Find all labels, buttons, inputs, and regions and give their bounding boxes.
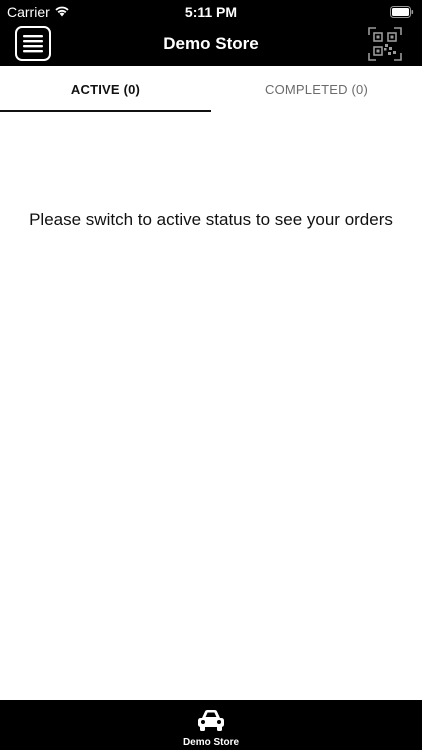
- tab-active[interactable]: ACTIVE (0): [0, 66, 211, 112]
- app-root: Carrier 5:11 PM Demo Store ACTIVE (0) CO…: [0, 0, 422, 750]
- qr-code-icon: [368, 27, 402, 61]
- status-time: 5:11 PM: [184, 4, 238, 20]
- bottom-tab-label: Demo Store: [182, 737, 240, 748]
- qr-scan-button[interactable]: [368, 27, 402, 61]
- battery-icon: [390, 5, 414, 18]
- bottom-tab-demo-store[interactable]: Demo Store: [161, 700, 261, 750]
- page-title: Demo Store: [163, 34, 259, 53]
- empty-state-message: Please switch to active status to see yo…: [29, 210, 393, 229]
- navigation-bar: Demo Store: [0, 22, 422, 66]
- tab-completed[interactable]: COMPLETED (0): [211, 66, 422, 112]
- order-status-tabs: ACTIVE (0) COMPLETED (0): [0, 66, 422, 112]
- bottom-tab-bar: Demo Store: [0, 700, 422, 750]
- car-icon: [198, 710, 224, 731]
- status-bar: Carrier 5:11 PM: [0, 0, 422, 22]
